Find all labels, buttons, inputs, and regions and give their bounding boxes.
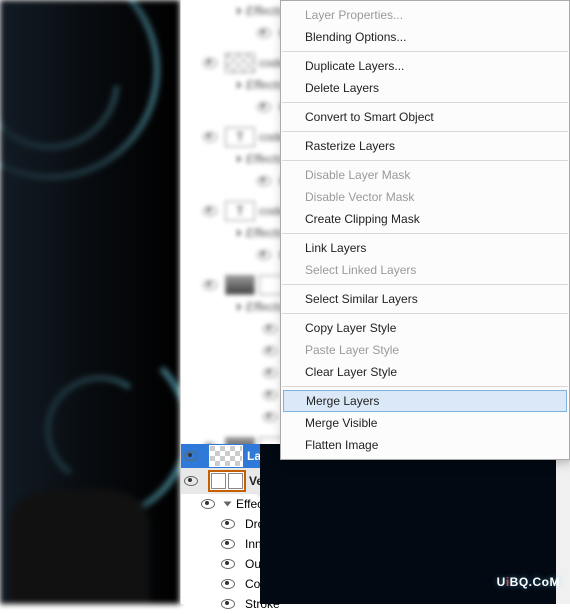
- visibility-icon[interactable]: [184, 451, 198, 461]
- visibility-icon[interactable]: [221, 559, 235, 569]
- watermark: UiBQ.CoM: [497, 562, 560, 594]
- menu-merge-layers[interactable]: Merge Layers: [283, 390, 567, 412]
- visibility-icon[interactable]: [221, 539, 235, 549]
- visibility-icon[interactable]: [221, 599, 235, 609]
- menu-link-layers[interactable]: Link Layers: [281, 237, 569, 259]
- menu-create-clipping-mask[interactable]: Create Clipping Mask: [281, 208, 569, 230]
- menu-separator: [282, 284, 568, 285]
- menu-clear-layer-style[interactable]: Clear Layer Style: [281, 361, 569, 383]
- menu-duplicate-layers[interactable]: Duplicate Layers...: [281, 55, 569, 77]
- smart-object-thumbnail[interactable]: [208, 470, 246, 492]
- menu-separator: [282, 313, 568, 314]
- menu-convert-smart-object[interactable]: Convert to Smart Object: [281, 106, 569, 128]
- menu-select-similar-layers[interactable]: Select Similar Layers: [281, 288, 569, 310]
- menu-delete-layers[interactable]: Delete Layers: [281, 77, 569, 99]
- menu-flatten-image[interactable]: Flatten Image: [281, 434, 569, 456]
- visibility-icon[interactable]: [184, 476, 198, 486]
- document-canvas: [0, 0, 180, 604]
- visibility-icon[interactable]: [201, 499, 215, 509]
- menu-separator: [282, 131, 568, 132]
- menu-select-linked-layers: Select Linked Layers: [281, 259, 569, 281]
- menu-separator: [282, 51, 568, 52]
- menu-separator: [282, 102, 568, 103]
- menu-merge-visible[interactable]: Merge Visible: [281, 412, 569, 434]
- layer-thumbnail[interactable]: [209, 445, 243, 467]
- menu-blending-options[interactable]: Blending Options...: [281, 26, 569, 48]
- visibility-icon[interactable]: [221, 579, 235, 589]
- menu-separator: [282, 386, 568, 387]
- menu-layer-properties: Layer Properties...: [281, 4, 569, 26]
- menu-separator: [282, 160, 568, 161]
- menu-paste-layer-style: Paste Layer Style: [281, 339, 569, 361]
- menu-separator: [282, 233, 568, 234]
- context-menu: Layer Properties... Blending Options... …: [280, 0, 570, 460]
- visibility-icon[interactable]: [221, 519, 235, 529]
- menu-disable-vector-mask: Disable Vector Mask: [281, 186, 569, 208]
- menu-copy-layer-style[interactable]: Copy Layer Style: [281, 317, 569, 339]
- menu-disable-layer-mask: Disable Layer Mask: [281, 164, 569, 186]
- effects-label: Effects: [246, 4, 283, 18]
- menu-rasterize-layers[interactable]: Rasterize Layers: [281, 135, 569, 157]
